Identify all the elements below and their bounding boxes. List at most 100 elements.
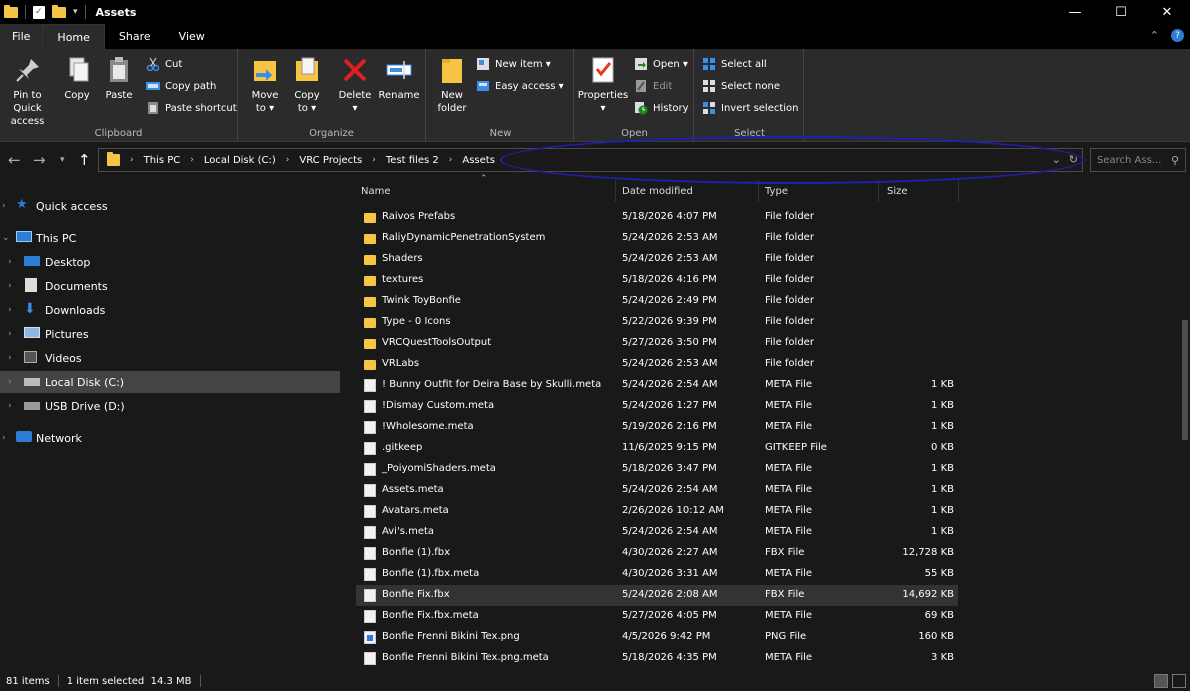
nav-item-quick-access[interactable]: › ★ Quick access	[0, 195, 340, 217]
file-row[interactable]: Assets.meta 5/24/2026 2:54 AM META File 1 K…	[356, 480, 958, 501]
easy-access-button[interactable]: Easy access ▾	[476, 79, 564, 93]
nav-item-network[interactable]: › Network	[0, 427, 340, 449]
select-none-button[interactable]: Select none	[702, 79, 780, 93]
chevron-right-icon[interactable]: ›	[372, 155, 376, 165]
file-row[interactable]: ! Bunny Outfit for Deira Base by Skulli.…	[356, 375, 958, 396]
file-row[interactable]: !Wholesome.meta 5/19/2026 2:16 PM META Fil…	[356, 417, 958, 438]
up-arrow-icon[interactable]: ↑	[78, 151, 91, 169]
delete-dropdown-icon[interactable]: ▾	[352, 102, 357, 115]
expand-icon[interactable]: ›	[2, 433, 6, 443]
nav-item-downloads[interactable]: › ⬇ Downloads	[0, 299, 340, 321]
search-box[interactable]: Search Ass... ⚲	[1090, 148, 1186, 172]
maximize-button[interactable]: ☐	[1098, 0, 1144, 24]
chevron-right-icon[interactable]: ›	[190, 155, 194, 165]
delete-button[interactable]: Delete ▾	[336, 55, 374, 115]
file-row[interactable]: Type - 0 Icons 5/22/2026 9:39 PM File fold…	[356, 312, 958, 333]
chevron-right-icon[interactable]: ›	[449, 155, 453, 165]
chevron-right-icon[interactable]: ›	[286, 155, 290, 165]
help-icon[interactable]: ?	[1171, 29, 1184, 42]
copy-to-button[interactable]: Copy to ▾	[288, 55, 326, 115]
edit-button[interactable]: Edit	[634, 79, 672, 93]
file-row[interactable]: Bonfie (1).fbx 4/30/2026 2:27 AM FBX File 1…	[356, 543, 958, 564]
vertical-scrollbar[interactable]	[1180, 180, 1190, 670]
column-header-size[interactable]: Size	[879, 180, 959, 202]
minimize-button[interactable]: —	[1052, 0, 1098, 24]
scrollbar-thumb[interactable]	[1182, 320, 1188, 440]
file-row[interactable]: Bonfie Frenni Bikini Tex.png.meta 5/18/20…	[356, 648, 958, 669]
file-row[interactable]: Twink ToyBonfie 5/24/2026 2:49 PM File fol…	[356, 291, 958, 312]
breadcrumb-assets[interactable]: Assets	[462, 155, 495, 166]
expand-icon[interactable]: ›	[8, 401, 12, 411]
invert-selection-button[interactable]: Invert selection	[702, 101, 799, 115]
nav-item-documents[interactable]: › Documents	[0, 275, 340, 297]
expand-icon[interactable]: ›	[8, 257, 12, 267]
expand-icon[interactable]: ›	[8, 353, 12, 363]
chevron-right-icon[interactable]: ›	[130, 155, 134, 165]
select-all-button[interactable]: Select all	[702, 57, 767, 71]
open-button[interactable]: Open ▾	[634, 57, 688, 71]
file-row[interactable]: VRLabs 5/24/2026 2:53 AM File folder	[356, 354, 958, 375]
rename-button[interactable]: Rename	[378, 55, 420, 102]
tab-share[interactable]: Share	[105, 24, 165, 49]
tab-file[interactable]: File	[0, 24, 43, 49]
expand-icon[interactable]: ›	[8, 377, 12, 387]
file-row[interactable]: Bonfie Frenni Bikini Tex.png 4/5/2026 9:4…	[356, 627, 958, 648]
pin-to-quick-access-button[interactable]: Pin to Quick access	[0, 55, 55, 128]
nav-item-usb-drive[interactable]: › USB Drive (D:)	[0, 395, 340, 417]
properties-dropdown-icon[interactable]: ▾	[600, 102, 605, 115]
file-row[interactable]: Avatars.meta 2/26/2026 10:12 AM META File 1…	[356, 501, 958, 522]
nav-item-pictures[interactable]: › Pictures	[0, 323, 340, 345]
collapse-ribbon-icon[interactable]: ⌃	[1150, 29, 1159, 42]
file-row[interactable]: Raivos Prefabs 5/18/2026 4:07 PM File fold…	[356, 207, 958, 228]
move-to-button[interactable]: Move to ▾	[246, 55, 284, 115]
breadcrumb-test-files[interactable]: Test files 2	[386, 155, 439, 166]
new-item-button[interactable]: New item ▾	[476, 57, 551, 71]
breadcrumb-this-pc[interactable]: This PC	[144, 155, 181, 166]
tab-view[interactable]: View	[165, 24, 219, 49]
column-header-type[interactable]: Type	[759, 180, 879, 202]
expand-icon[interactable]: ›	[8, 305, 12, 315]
file-row[interactable]: Shaders 5/24/2026 2:53 AM File folder	[356, 249, 958, 270]
file-row[interactable]: textures 5/18/2026 4:16 PM File folder	[356, 270, 958, 291]
file-row[interactable]: VRCQuestToolsOutput 5/27/2026 3:50 PM File…	[356, 333, 958, 354]
file-row[interactable]: Bonfie (1).fbx.meta 4/30/2026 3:31 AM META…	[356, 564, 958, 585]
breadcrumb-local-disk[interactable]: Local Disk (C:)	[204, 155, 276, 166]
expand-icon[interactable]: ›	[2, 201, 6, 211]
details-view-button[interactable]	[1154, 674, 1168, 688]
nav-item-this-pc[interactable]: ⌄ This PC	[0, 227, 340, 249]
collapse-icon[interactable]: ⌄	[2, 233, 10, 243]
file-row[interactable]: Avi's.meta 5/24/2026 2:54 AM META File 1 KB	[356, 522, 958, 543]
new-folder-button[interactable]: New folder	[434, 55, 470, 115]
nav-item-videos[interactable]: › Videos	[0, 347, 340, 369]
file-row[interactable]: RaliyDynamicPenetrationSystem 5/24/2026 2…	[356, 228, 958, 249]
new-folder-quick-icon[interactable]	[52, 4, 66, 18]
expand-icon[interactable]: ›	[8, 329, 12, 339]
large-icons-view-button[interactable]	[1172, 674, 1186, 688]
recent-locations-icon[interactable]: ▾	[60, 155, 65, 165]
nav-item-desktop[interactable]: › Desktop	[0, 251, 340, 273]
column-header-name[interactable]: Name	[356, 180, 616, 202]
file-row[interactable]: Bonfie Fix.fbx.meta 5/27/2026 4:05 PM META…	[356, 606, 958, 627]
copy-path-button[interactable]: Copy path	[146, 79, 216, 93]
back-arrow-icon[interactable]: ←	[8, 151, 21, 169]
properties-button[interactable]: Properties ▾	[578, 55, 628, 115]
close-button[interactable]: ✕	[1144, 0, 1190, 24]
tab-home[interactable]: Home	[42, 24, 105, 49]
file-row[interactable]: _PoiyomiShaders.meta 5/18/2026 3:47 PM MET…	[356, 459, 958, 480]
nav-item-local-disk[interactable]: › Local Disk (C:)	[0, 371, 340, 393]
expand-icon[interactable]: ›	[8, 281, 12, 291]
paste-button[interactable]: Paste	[100, 55, 138, 102]
file-row[interactable]: !Dismay Custom.meta 5/24/2026 1:27 PM META…	[356, 396, 958, 417]
paste-shortcut-button[interactable]: Paste shortcut	[146, 101, 237, 115]
cut-button[interactable]: Cut	[146, 57, 182, 72]
history-button[interactable]: History	[634, 101, 689, 115]
column-header-date[interactable]: Date modified	[616, 180, 759, 202]
breadcrumb-vrc-projects[interactable]: VRC Projects	[299, 155, 362, 166]
copy-button[interactable]: Copy	[60, 55, 94, 102]
forward-arrow-icon[interactable]: →	[33, 151, 46, 169]
properties-quick-icon[interactable]: ✓	[33, 5, 45, 19]
file-row[interactable]: Bonfie Fix.fbx 5/24/2026 2:08 AM FBX File 1…	[356, 585, 958, 606]
file-icon	[364, 379, 376, 392]
file-row[interactable]: .gitkeep 11/6/2025 9:15 PM GITKEEP File 0 K…	[356, 438, 958, 459]
customize-toolbar-icon[interactable]: ▾	[73, 7, 78, 17]
